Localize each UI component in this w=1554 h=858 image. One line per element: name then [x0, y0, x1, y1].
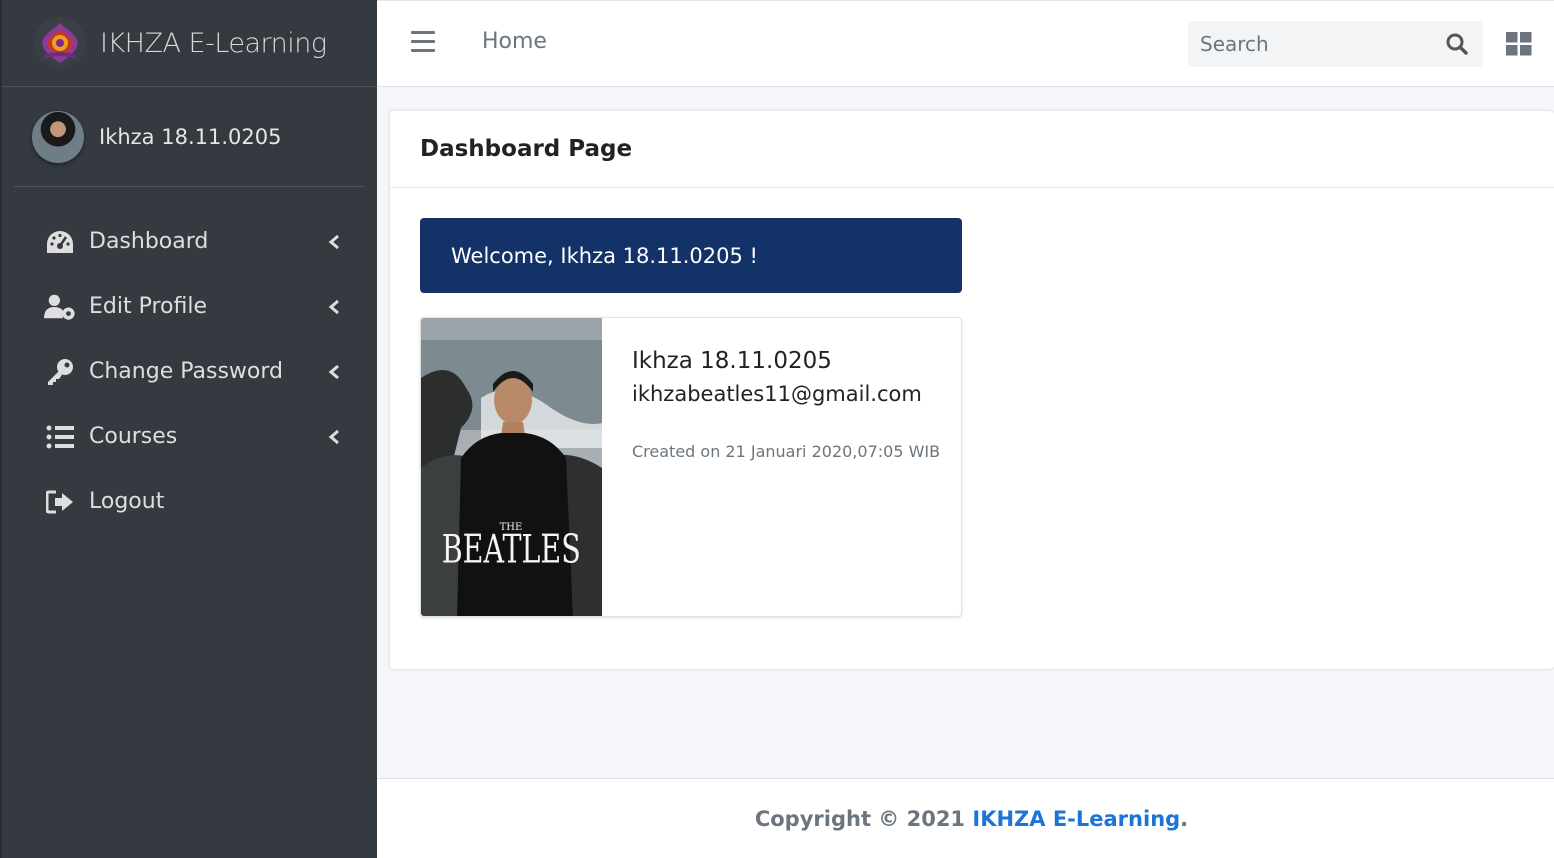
top-navbar: Home [377, 0, 1554, 87]
sidebar-item-label: Change Password [89, 359, 283, 384]
sidebar-item-label: Dashboard [89, 229, 209, 254]
sidebar-item-courses[interactable]: Courses [2, 404, 377, 469]
chevron-left-icon [327, 233, 341, 251]
home-link[interactable]: Home [482, 29, 547, 54]
dashboard-card: Dashboard Page Welcome, Ikhza 18.11.0205… [389, 110, 1554, 670]
card-header: Dashboard Page [390, 111, 1554, 188]
profile-info: Ikhza 18.11.0205 ikhzabeatles11@gmail.co… [632, 348, 940, 461]
sidebar-item-label: Logout [89, 489, 165, 514]
tachometer-icon [44, 226, 76, 258]
user-name[interactable]: Ikhza 18.11.0205 [99, 125, 281, 149]
footer: Copyright © 2021 IKHZA E-Learning. [377, 778, 1554, 858]
welcome-alert: Welcome, Ikhza 18.11.0205 ! [420, 218, 962, 293]
sidebar-nav: Dashboard Edit Profile Change Password C… [2, 187, 377, 534]
brand-name: IKHZA E-Learning [100, 27, 327, 59]
user-avatar [32, 110, 84, 163]
search-input[interactable] [1188, 32, 1433, 56]
copyright-text: Copyright © 2021 IKHZA E-Learning. [755, 807, 1188, 831]
chevron-left-icon [327, 363, 341, 381]
key-icon [44, 356, 76, 388]
profile-photo: THE BEATLES [421, 318, 602, 616]
sidebar-item-change-password[interactable]: Change Password [2, 339, 377, 404]
grid-icon[interactable] [1506, 32, 1532, 56]
footer-brand-link[interactable]: IKHZA E-Learning [972, 807, 1180, 831]
list-icon [44, 421, 76, 453]
profile-name: Ikhza 18.11.0205 [632, 348, 832, 374]
sign-out-icon [44, 486, 76, 518]
sidebar-item-edit-profile[interactable]: Edit Profile [2, 274, 377, 339]
search-icon [1446, 33, 1468, 55]
chevron-left-icon [327, 428, 341, 446]
profile-created-date: Created on 21 Januari 2020,07:05 WIB [632, 442, 941, 461]
profile-card: THE BEATLES Ikhza 18.11.0205 ikhzabeatle… [420, 317, 962, 617]
copyright-suffix: . [1180, 806, 1189, 831]
search-button[interactable] [1433, 21, 1481, 67]
user-cog-icon [44, 291, 76, 323]
sidebar-item-label: Courses [89, 424, 178, 449]
profile-email: ikhzabeatles11@gmail.com [632, 382, 922, 406]
copyright-prefix: Copyright © 2021 [754, 806, 973, 831]
brand-logo-icon [32, 15, 88, 71]
menu-toggle-icon[interactable] [411, 31, 435, 53]
search-box [1188, 21, 1483, 67]
sidebar: IKHZA E-Learning Ikhza 18.11.0205 Dashbo… [0, 0, 377, 858]
chevron-left-icon [327, 298, 341, 316]
user-panel[interactable]: Ikhza 18.11.0205 [14, 87, 365, 187]
svg-text:BEATLES: BEATLES [442, 527, 581, 573]
sidebar-item-logout[interactable]: Logout [2, 469, 377, 534]
page-title: Dashboard Page [420, 136, 633, 162]
brand-link[interactable]: IKHZA E-Learning [2, 0, 377, 87]
sidebar-item-dashboard[interactable]: Dashboard [2, 209, 377, 274]
sidebar-item-label: Edit Profile [89, 294, 208, 319]
